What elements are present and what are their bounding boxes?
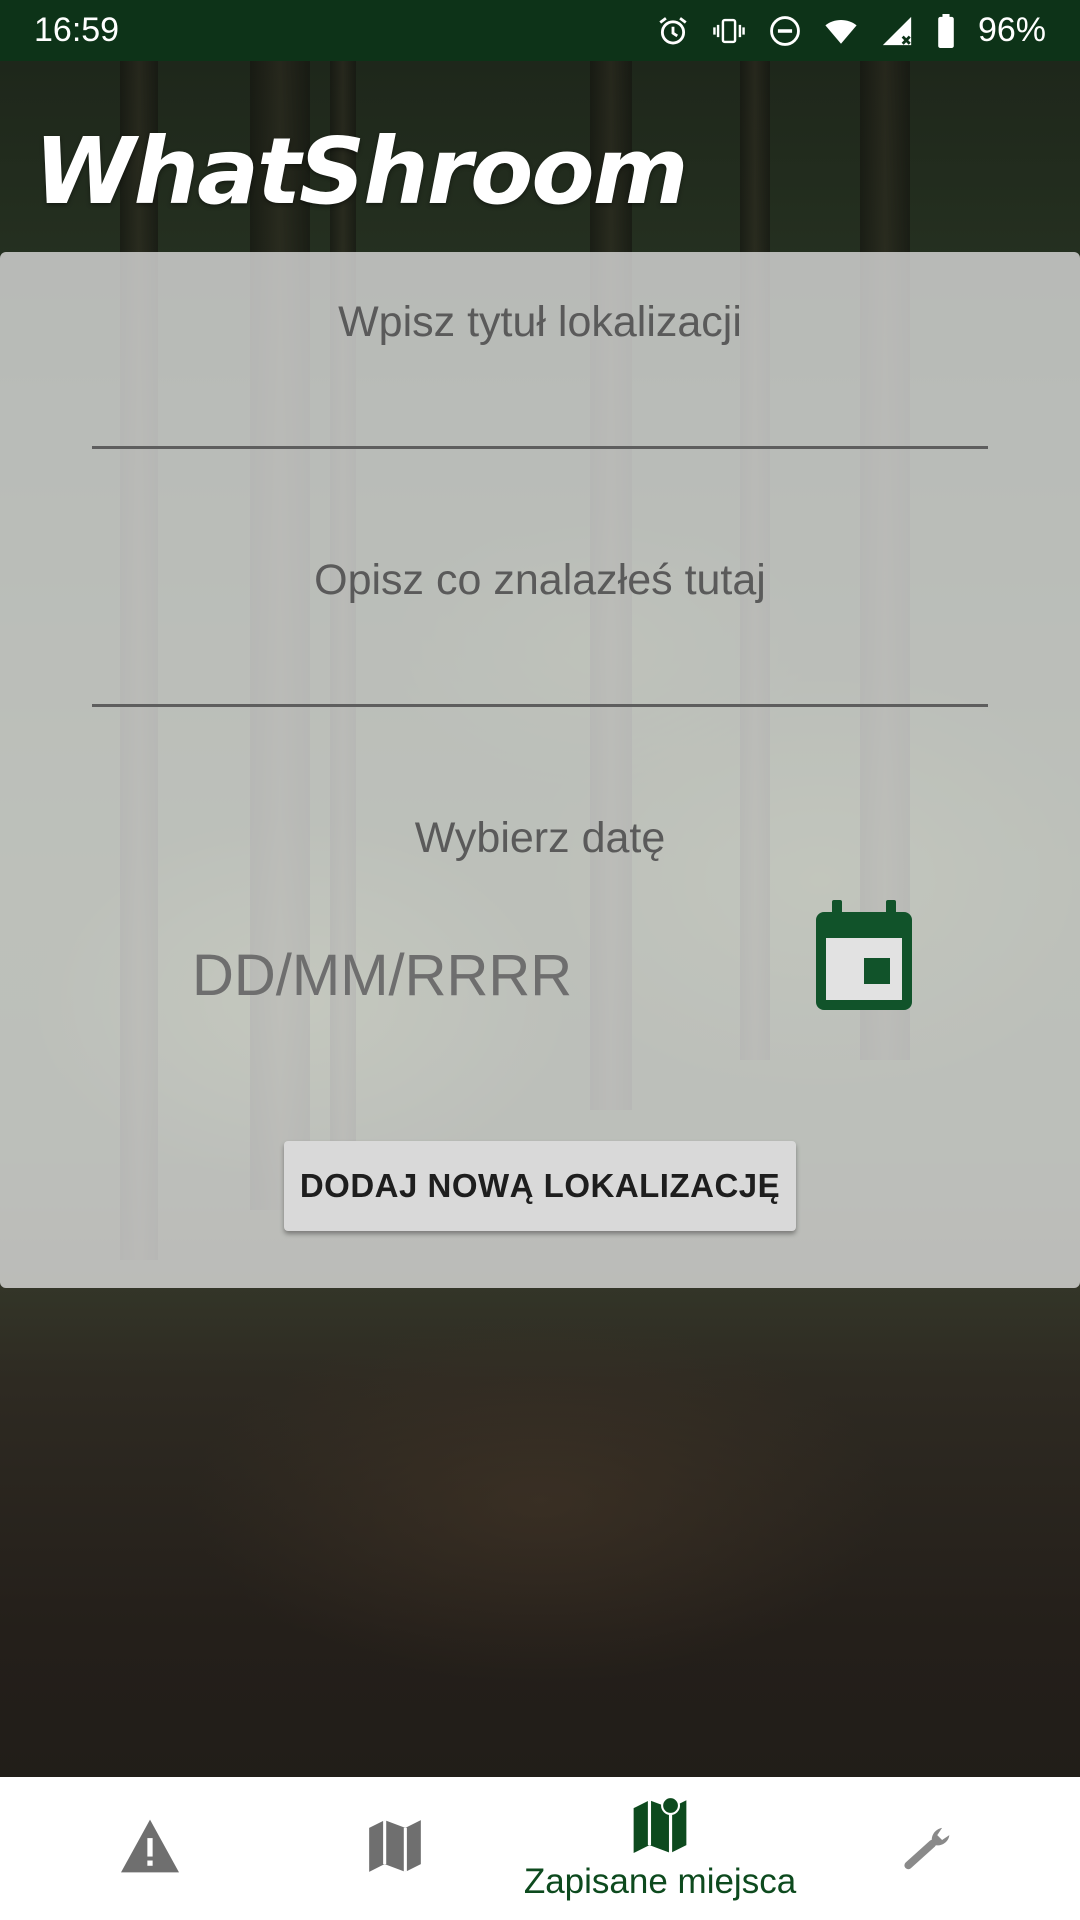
battery-icon (936, 13, 956, 48)
add-location-button[interactable]: DODAJ NOWĄ LOKALIZACJĘ (284, 1141, 796, 1231)
saved-places-map-icon (628, 1795, 692, 1858)
date-field[interactable]: DD/MM/RRRR (192, 942, 572, 1009)
battery-percentage: 96% (977, 11, 1046, 49)
nav-item-saved-places[interactable]: Zapisane miejsca (500, 1777, 820, 1920)
nav-item-map[interactable] (325, 1777, 465, 1920)
status-bar: 16:59 96% (0, 0, 1080, 61)
description-input-underline (92, 704, 988, 707)
do-not-disturb-icon (768, 14, 802, 48)
nav-item-warnings[interactable] (80, 1777, 220, 1920)
wrench-icon (900, 1817, 960, 1880)
signal-icon (880, 14, 914, 48)
app-title: WhatShroom (34, 118, 688, 225)
add-location-form: Wpisz tytuł lokalizacji Opisz co znalazł… (0, 252, 1080, 1288)
nav-label-saved-places: Zapisane miejsca (523, 1862, 797, 1901)
date-label: Wybierz datę (414, 814, 666, 862)
map-icon (364, 1817, 426, 1880)
calendar-icon[interactable] (814, 900, 914, 1012)
status-icons: 96% (656, 11, 1046, 50)
wifi-icon (824, 14, 858, 48)
warning-icon (118, 1817, 182, 1880)
title-input-underline (92, 446, 988, 449)
bottom-navigation: Zapisane miejsca (0, 1777, 1080, 1920)
alarm-icon (656, 14, 690, 48)
description-input[interactable]: Opisz co znalazłeś tutaj (0, 556, 1080, 605)
screen: 16:59 96% WhatShroom Wpisz tytuł lokaliz… (0, 0, 1080, 1920)
title-input[interactable]: Wpisz tytuł lokalizacji (0, 298, 1080, 347)
status-time: 16:59 (34, 11, 120, 49)
vibrate-icon (712, 14, 746, 48)
nav-item-settings[interactable] (860, 1777, 1000, 1920)
